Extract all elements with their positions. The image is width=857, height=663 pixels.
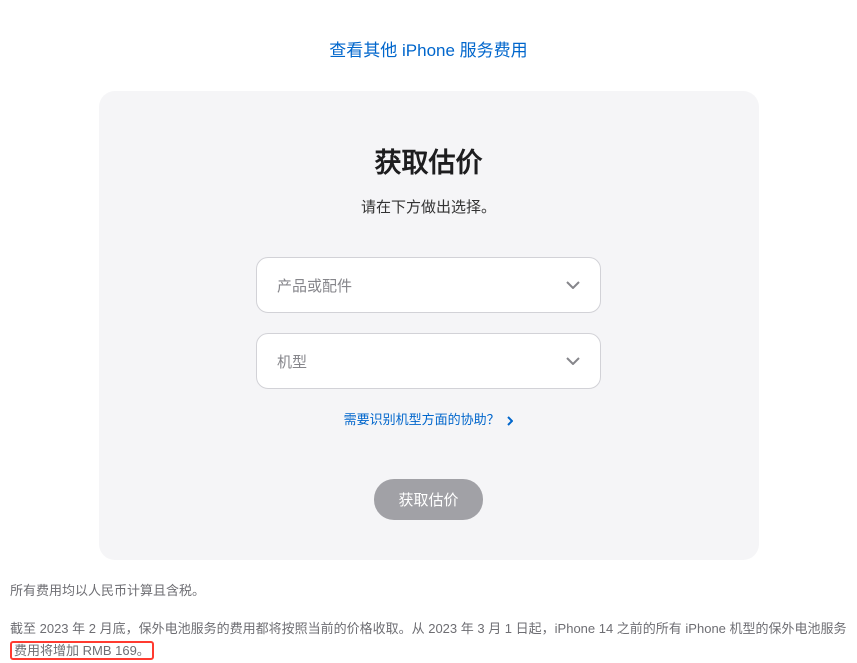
other-service-fees-link[interactable]: 查看其他 iPhone 服务费用 [329, 41, 527, 60]
footer-tax-note: 所有费用均以人民币计算且含税。 [10, 580, 847, 602]
model-dropdown[interactable]: 机型 [256, 333, 601, 389]
chevron-down-icon [566, 281, 580, 289]
footer-price-text: 截至 2023 年 2 月底，保外电池服务的费用都将按照当前的价格收取。从 20… [10, 621, 847, 636]
estimate-card: 获取估价 请在下方做出选择。 产品或配件 机型 需要识别机型方面的协助？ 获取估… [99, 91, 759, 560]
card-title: 获取估价 [139, 141, 719, 180]
chevron-down-icon [566, 357, 580, 365]
footer-text: 所有费用均以人民币计算且含税。 截至 2023 年 2 月底，保外电池服务的费用… [0, 560, 857, 662]
product-dropdown-label: 产品或配件 [277, 275, 352, 296]
help-link-label: 需要识别机型方面的协助？ [344, 412, 500, 427]
product-dropdown[interactable]: 产品或配件 [256, 257, 601, 313]
card-subtitle: 请在下方做出选择。 [139, 196, 719, 217]
model-help-link[interactable]: 需要识别机型方面的协助？ [344, 412, 514, 427]
help-link-container: 需要识别机型方面的协助？ [139, 409, 719, 429]
model-dropdown-label: 机型 [277, 351, 307, 372]
footer-price-note: 截至 2023 年 2 月底，保外电池服务的费用都将按照当前的价格收取。从 20… [10, 618, 847, 662]
chevron-right-icon [507, 416, 513, 426]
get-estimate-button[interactable]: 获取估价 [374, 479, 482, 520]
footer-price-highlight: 费用将增加 RMB 169。 [10, 641, 154, 660]
top-link-container: 查看其他 iPhone 服务费用 [0, 0, 857, 91]
